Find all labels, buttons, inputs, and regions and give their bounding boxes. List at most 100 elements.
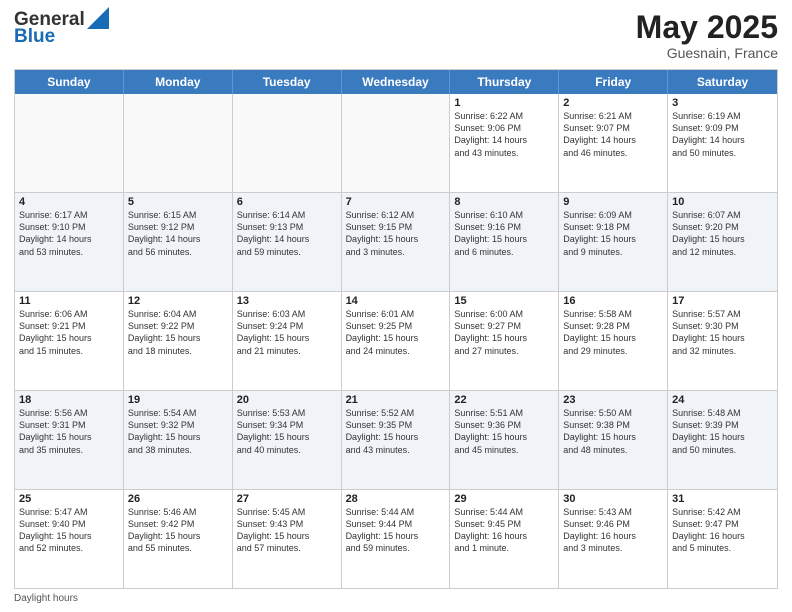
cal-cell: 23Sunrise: 5:50 AMSunset: 9:38 PMDayligh…: [559, 391, 668, 489]
day-number: 12: [128, 295, 228, 307]
cal-cell: 8Sunrise: 6:10 AMSunset: 9:16 PMDaylight…: [450, 193, 559, 291]
cal-cell: 24Sunrise: 5:48 AMSunset: 9:39 PMDayligh…: [668, 391, 777, 489]
logo-icon: [87, 7, 109, 29]
cal-row-4: 25Sunrise: 5:47 AMSunset: 9:40 PMDayligh…: [15, 489, 777, 588]
cal-row-2: 11Sunrise: 6:06 AMSunset: 9:21 PMDayligh…: [15, 291, 777, 390]
cal-cell: 31Sunrise: 5:42 AMSunset: 9:47 PMDayligh…: [668, 490, 777, 588]
cal-cell: [15, 94, 124, 192]
cal-row-1: 4Sunrise: 6:17 AMSunset: 9:10 PMDaylight…: [15, 192, 777, 291]
day-info: Sunrise: 6:17 AMSunset: 9:10 PMDaylight:…: [19, 209, 119, 258]
cal-cell: 21Sunrise: 5:52 AMSunset: 9:35 PMDayligh…: [342, 391, 451, 489]
logo-blue: Blue: [14, 27, 109, 46]
day-info: Sunrise: 5:44 AMSunset: 9:44 PMDaylight:…: [346, 506, 446, 555]
header: General Blue May 2025 Guesnain, France: [14, 10, 778, 61]
day-number: 17: [672, 295, 773, 307]
day-number: 25: [19, 493, 119, 505]
day-info: Sunrise: 5:53 AMSunset: 9:34 PMDaylight:…: [237, 407, 337, 456]
day-number: 11: [19, 295, 119, 307]
cal-cell: 5Sunrise: 6:15 AMSunset: 9:12 PMDaylight…: [124, 193, 233, 291]
day-number: 6: [237, 196, 337, 208]
day-info: Sunrise: 6:09 AMSunset: 9:18 PMDaylight:…: [563, 209, 663, 258]
cal-cell: 30Sunrise: 5:43 AMSunset: 9:46 PMDayligh…: [559, 490, 668, 588]
day-number: 8: [454, 196, 554, 208]
logo: General Blue: [14, 10, 109, 46]
cal-row-3: 18Sunrise: 5:56 AMSunset: 9:31 PMDayligh…: [15, 390, 777, 489]
cal-cell: 15Sunrise: 6:00 AMSunset: 9:27 PMDayligh…: [450, 292, 559, 390]
day-number: 1: [454, 97, 554, 109]
day-number: 27: [237, 493, 337, 505]
day-info: Sunrise: 5:57 AMSunset: 9:30 PMDaylight:…: [672, 308, 773, 357]
cal-cell: 4Sunrise: 6:17 AMSunset: 9:10 PMDaylight…: [15, 193, 124, 291]
col-sunday: Sunday: [15, 70, 124, 94]
cal-cell: 27Sunrise: 5:45 AMSunset: 9:43 PMDayligh…: [233, 490, 342, 588]
cal-cell: 1Sunrise: 6:22 AMSunset: 9:06 PMDaylight…: [450, 94, 559, 192]
day-info: Sunrise: 5:52 AMSunset: 9:35 PMDaylight:…: [346, 407, 446, 456]
day-number: 3: [672, 97, 773, 109]
day-number: 7: [346, 196, 446, 208]
title-block: May 2025 Guesnain, France: [636, 10, 778, 61]
day-info: Sunrise: 6:04 AMSunset: 9:22 PMDaylight:…: [128, 308, 228, 357]
day-info: Sunrise: 6:22 AMSunset: 9:06 PMDaylight:…: [454, 110, 554, 159]
day-info: Sunrise: 5:44 AMSunset: 9:45 PMDaylight:…: [454, 506, 554, 555]
subtitle: Guesnain, France: [636, 45, 778, 61]
day-info: Sunrise: 6:03 AMSunset: 9:24 PMDaylight:…: [237, 308, 337, 357]
day-number: 9: [563, 196, 663, 208]
cal-cell: 29Sunrise: 5:44 AMSunset: 9:45 PMDayligh…: [450, 490, 559, 588]
calendar-body: 1Sunrise: 6:22 AMSunset: 9:06 PMDaylight…: [15, 94, 777, 588]
calendar-header: Sunday Monday Tuesday Wednesday Thursday…: [15, 70, 777, 94]
cal-cell: 25Sunrise: 5:47 AMSunset: 9:40 PMDayligh…: [15, 490, 124, 588]
day-number: 15: [454, 295, 554, 307]
cal-cell: 2Sunrise: 6:21 AMSunset: 9:07 PMDaylight…: [559, 94, 668, 192]
cal-cell: 18Sunrise: 5:56 AMSunset: 9:31 PMDayligh…: [15, 391, 124, 489]
cal-cell: 20Sunrise: 5:53 AMSunset: 9:34 PMDayligh…: [233, 391, 342, 489]
cal-cell: 7Sunrise: 6:12 AMSunset: 9:15 PMDaylight…: [342, 193, 451, 291]
col-monday: Monday: [124, 70, 233, 94]
day-number: 29: [454, 493, 554, 505]
day-number: 19: [128, 394, 228, 406]
day-info: Sunrise: 6:10 AMSunset: 9:16 PMDaylight:…: [454, 209, 554, 258]
cal-cell: [233, 94, 342, 192]
day-number: 26: [128, 493, 228, 505]
cal-cell: 14Sunrise: 6:01 AMSunset: 9:25 PMDayligh…: [342, 292, 451, 390]
day-info: Sunrise: 6:19 AMSunset: 9:09 PMDaylight:…: [672, 110, 773, 159]
day-number: 20: [237, 394, 337, 406]
day-number: 30: [563, 493, 663, 505]
cal-cell: 12Sunrise: 6:04 AMSunset: 9:22 PMDayligh…: [124, 292, 233, 390]
cal-cell: 9Sunrise: 6:09 AMSunset: 9:18 PMDaylight…: [559, 193, 668, 291]
day-info: Sunrise: 5:50 AMSunset: 9:38 PMDaylight:…: [563, 407, 663, 456]
cal-cell: 11Sunrise: 6:06 AMSunset: 9:21 PMDayligh…: [15, 292, 124, 390]
cal-cell: 10Sunrise: 6:07 AMSunset: 9:20 PMDayligh…: [668, 193, 777, 291]
col-saturday: Saturday: [668, 70, 777, 94]
day-info: Sunrise: 5:42 AMSunset: 9:47 PMDaylight:…: [672, 506, 773, 555]
day-number: 31: [672, 493, 773, 505]
col-friday: Friday: [559, 70, 668, 94]
day-number: 23: [563, 394, 663, 406]
day-info: Sunrise: 5:47 AMSunset: 9:40 PMDaylight:…: [19, 506, 119, 555]
day-info: Sunrise: 6:14 AMSunset: 9:13 PMDaylight:…: [237, 209, 337, 258]
page: General Blue May 2025 Guesnain, France S…: [0, 0, 792, 612]
cal-cell: 19Sunrise: 5:54 AMSunset: 9:32 PMDayligh…: [124, 391, 233, 489]
cal-cell: 22Sunrise: 5:51 AMSunset: 9:36 PMDayligh…: [450, 391, 559, 489]
month-title: May 2025: [636, 10, 778, 45]
day-number: 5: [128, 196, 228, 208]
cal-cell: 17Sunrise: 5:57 AMSunset: 9:30 PMDayligh…: [668, 292, 777, 390]
day-info: Sunrise: 6:06 AMSunset: 9:21 PMDaylight:…: [19, 308, 119, 357]
day-info: Sunrise: 6:12 AMSunset: 9:15 PMDaylight:…: [346, 209, 446, 258]
calendar: Sunday Monday Tuesday Wednesday Thursday…: [14, 69, 778, 589]
day-info: Sunrise: 6:01 AMSunset: 9:25 PMDaylight:…: [346, 308, 446, 357]
cal-cell: [342, 94, 451, 192]
col-thursday: Thursday: [450, 70, 559, 94]
day-number: 21: [346, 394, 446, 406]
day-number: 16: [563, 295, 663, 307]
cal-cell: 28Sunrise: 5:44 AMSunset: 9:44 PMDayligh…: [342, 490, 451, 588]
day-info: Sunrise: 5:58 AMSunset: 9:28 PMDaylight:…: [563, 308, 663, 357]
day-info: Sunrise: 6:07 AMSunset: 9:20 PMDaylight:…: [672, 209, 773, 258]
cal-cell: 13Sunrise: 6:03 AMSunset: 9:24 PMDayligh…: [233, 292, 342, 390]
day-number: 24: [672, 394, 773, 406]
cal-cell: 16Sunrise: 5:58 AMSunset: 9:28 PMDayligh…: [559, 292, 668, 390]
day-number: 2: [563, 97, 663, 109]
day-info: Sunrise: 6:00 AMSunset: 9:27 PMDaylight:…: [454, 308, 554, 357]
day-info: Sunrise: 5:45 AMSunset: 9:43 PMDaylight:…: [237, 506, 337, 555]
footer-note: Daylight hours: [14, 593, 778, 604]
day-number: 28: [346, 493, 446, 505]
